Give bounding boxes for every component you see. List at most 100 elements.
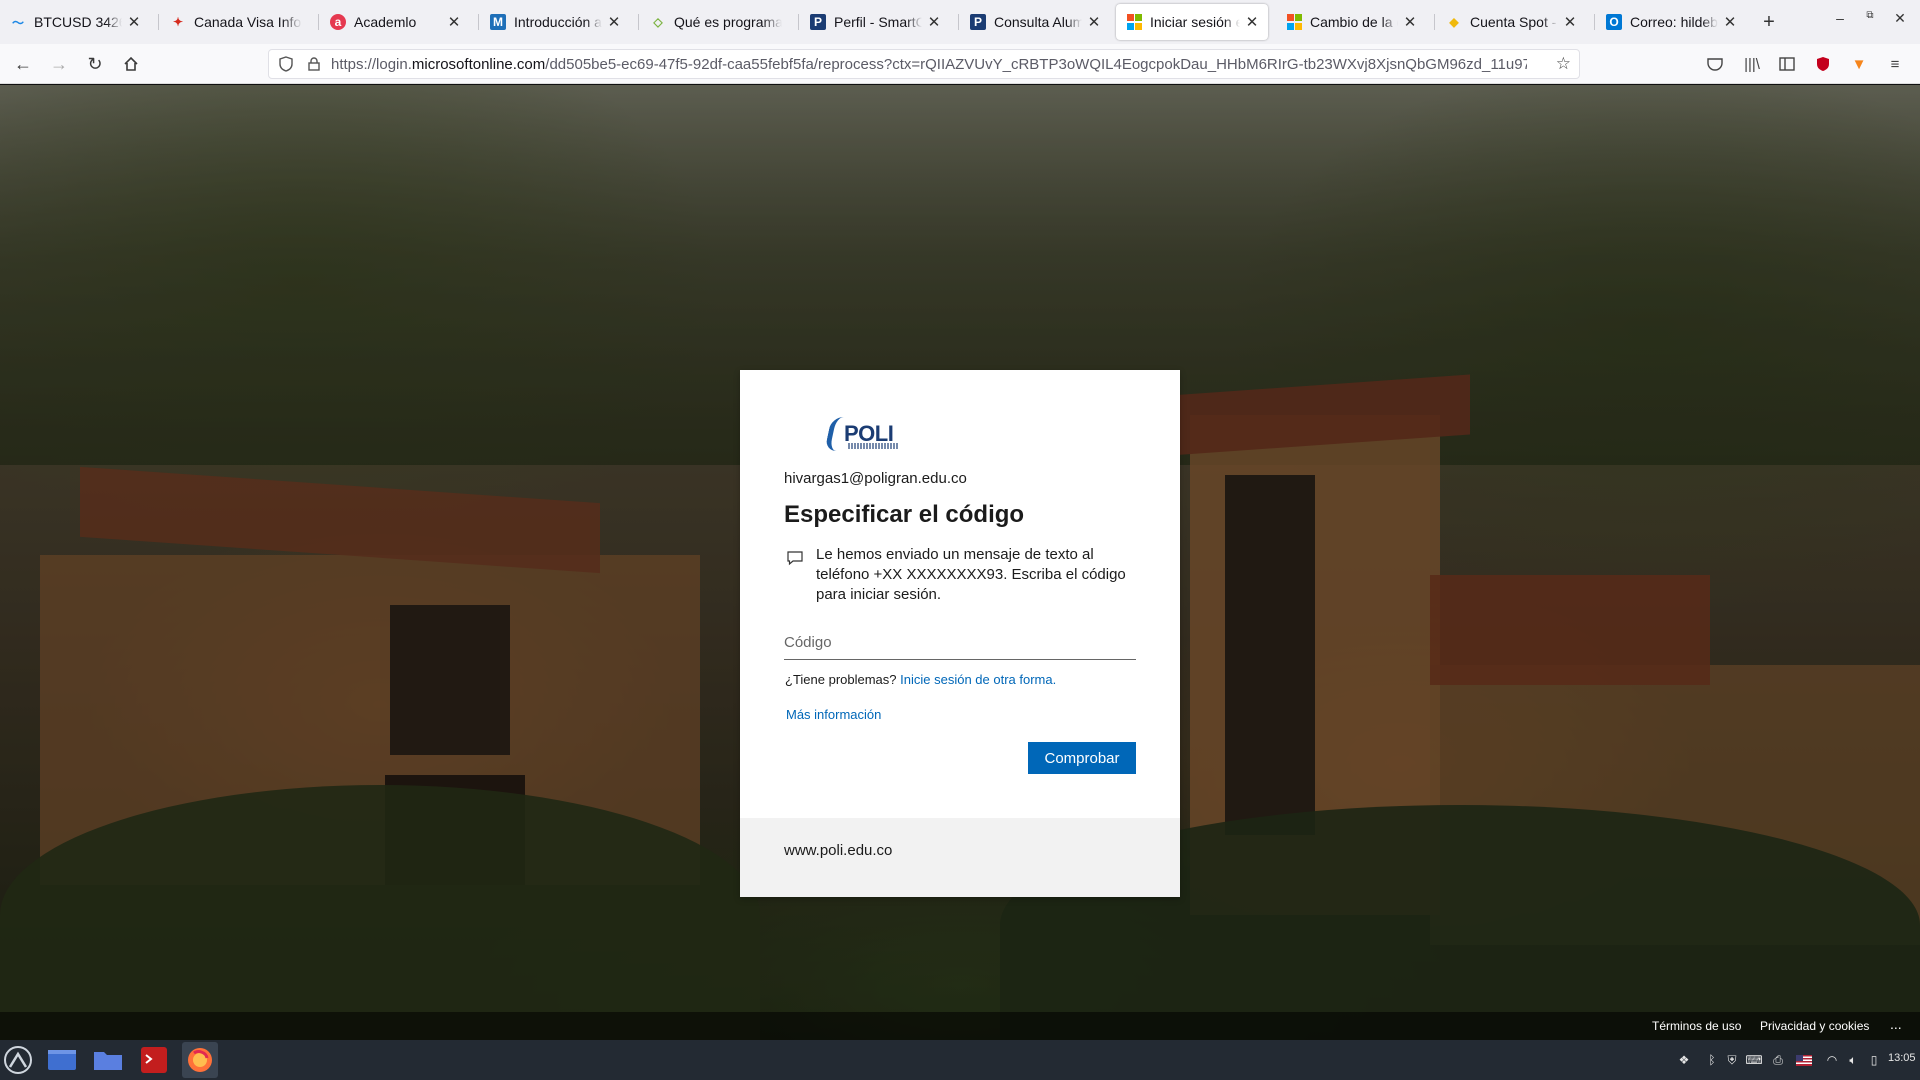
sidebar-icon[interactable] — [1776, 53, 1798, 75]
sms-instructions: Le hemos enviado un mensaje de texto al … — [816, 546, 1126, 603]
trouble-text: ¿Tiene problemas? Inicie sesión de otra … — [785, 672, 1056, 687]
academlo-icon: a — [330, 14, 346, 30]
tab-separator — [958, 14, 959, 30]
us-flag-icon[interactable] — [1796, 1052, 1812, 1068]
close-tab-icon[interactable]: ✕ — [446, 13, 462, 31]
window-manager-icon[interactable] — [46, 1044, 78, 1076]
url-text[interactable]: https://login.microsoftonline.com/dd505b… — [331, 56, 1527, 73]
new-tab-button[interactable]: + — [1755, 8, 1783, 36]
tab-btcusd[interactable]: 〜 BTCUSD 34261.0 ✕ — [0, 4, 150, 40]
pocket-icon[interactable] — [1704, 53, 1726, 75]
tab-label: Canada Visa Info — [194, 14, 302, 30]
bluetooth-icon[interactable]: ᛒ — [1704, 1052, 1720, 1068]
bookmark-star-icon[interactable]: ☆ — [1556, 54, 1571, 74]
close-tab-icon[interactable]: ✕ — [926, 13, 942, 31]
battery-icon[interactable]: ▯ — [1866, 1052, 1882, 1068]
menu-icon[interactable]: ≡ — [1884, 53, 1906, 75]
wifi-icon[interactable]: ◠ — [1824, 1052, 1840, 1068]
security-shield-icon[interactable]: ⛨ — [1724, 1052, 1740, 1068]
poli-icon: P — [810, 14, 826, 30]
close-tab-icon[interactable]: ✕ — [1562, 13, 1578, 31]
login-card: POLI hivargas1@poligran.edu.co Especific… — [740, 370, 1180, 897]
close-tab-icon[interactable]: ✕ — [606, 13, 622, 31]
tab-label: Iniciar sesión en l — [1150, 14, 1240, 30]
tab-cambio-contrasena[interactable]: Cambio de la con ✕ — [1276, 4, 1426, 40]
home-icon[interactable] — [118, 52, 144, 76]
navigation-bar: ← → ↻ https://login.microsoftonline.com/… — [0, 44, 1920, 84]
terminal-icon[interactable] — [138, 1044, 170, 1076]
tab-separator — [478, 14, 479, 30]
tab-label: Introducción a Ja — [514, 14, 602, 30]
poli-logo-subtext — [848, 443, 898, 449]
more-options-button[interactable]: ... — [1890, 1016, 1902, 1032]
tab-correo[interactable]: O Correo: hildebran ✕ — [1596, 4, 1746, 40]
tab-que-es-programar[interactable]: ◇ Qué es programa — [640, 4, 790, 40]
tab-separator — [638, 14, 639, 30]
trouble-question: ¿Tiene problemas? — [785, 672, 897, 687]
verification-code-input[interactable] — [784, 625, 1136, 660]
crypto-chart-icon: 〜 — [11, 15, 24, 30]
firefox-icon[interactable] — [182, 1042, 218, 1078]
printer-icon[interactable]: ⎙ — [1770, 1052, 1786, 1068]
tab-label: Cambio de la con — [1310, 14, 1398, 30]
diamond-icon: ◇ — [653, 15, 663, 29]
close-tab-icon[interactable]: ✕ — [1244, 13, 1260, 31]
sms-message-icon — [787, 551, 803, 566]
tab-separator — [798, 14, 799, 30]
sign-in-other-way-link[interactable]: Inicie sesión de otra forma. — [900, 672, 1056, 687]
tab-label: Qué es programa — [674, 14, 782, 30]
taskbar: ❖ ᛒ ⛨ ⌨ ⎙ ◠ 🔈︎ ▯ 13:05 — [0, 1040, 1920, 1080]
lock-icon[interactable] — [303, 53, 325, 75]
close-tab-icon[interactable]: ✕ — [1722, 13, 1738, 31]
close-tab-icon[interactable]: ✕ — [1402, 13, 1418, 31]
ublock-icon[interactable] — [1812, 53, 1834, 75]
close-tab-icon[interactable]: ✕ — [1086, 13, 1102, 31]
url-prefix: https://login. — [331, 55, 412, 73]
outlook-icon: O — [1606, 14, 1622, 30]
tab-canada-visa[interactable]: ✦ Canada Visa Info — [160, 4, 310, 40]
microsoft-icon — [1126, 14, 1142, 30]
tracking-shield-icon[interactable] — [275, 53, 297, 75]
forward-icon[interactable]: → — [46, 52, 72, 76]
tab-label: Cuenta Spot - Bil — [1470, 14, 1558, 30]
tab-separator — [1434, 14, 1435, 30]
privacy-cookies-link[interactable]: Privacidad y cookies — [1760, 1019, 1869, 1033]
tab-iniciar-sesion[interactable]: Iniciar sesión en l ✕ — [1116, 4, 1268, 40]
login-page: POLI hivargas1@poligran.edu.co Especific… — [0, 85, 1920, 1040]
card-footer: www.poli.edu.co — [740, 818, 1180, 897]
poli-logo-mark — [824, 417, 846, 451]
dropbox-icon[interactable]: ❖ — [1676, 1052, 1692, 1068]
minimize-icon[interactable]: – — [1830, 10, 1850, 26]
tab-perfil-smartcam[interactable]: P Perfil - SmartCam ✕ — [800, 4, 950, 40]
tab-label: Perfil - SmartCam — [834, 14, 922, 30]
back-icon[interactable]: ← — [10, 52, 36, 76]
reload-icon[interactable]: ↻ — [82, 52, 108, 76]
maple-leaf-icon: ✦ — [172, 15, 184, 29]
tab-consulta-alumno[interactable]: P Consulta Alumno ✕ — [960, 4, 1110, 40]
tab-label: Consulta Alumno — [994, 14, 1082, 30]
tab-cuenta-spot[interactable]: ◆ Cuenta Spot - Bil ✕ — [1436, 4, 1586, 40]
close-tab-icon[interactable]: ✕ — [126, 13, 142, 31]
terms-of-use-link[interactable]: Términos de uso — [1652, 1019, 1741, 1033]
more-info-link[interactable]: Más información — [786, 707, 881, 722]
keyboard-icon[interactable]: ⌨ — [1745, 1052, 1762, 1068]
url-bar[interactable]: https://login.microsoftonline.com/dd505b… — [268, 49, 1580, 79]
start-menu-icon[interactable] — [2, 1044, 34, 1076]
verify-button[interactable]: Comprobar — [1028, 742, 1136, 774]
account-email: hivargas1@poligran.edu.co — [784, 470, 967, 487]
poli-logo-text: POLI — [844, 421, 894, 446]
tab-academlo[interactable]: a Academlo ✕ — [320, 4, 470, 40]
tab-introduccion[interactable]: M Introducción a Ja ✕ — [480, 4, 630, 40]
library-icon[interactable]: |||\ — [1741, 53, 1763, 75]
close-window-icon[interactable]: ✕ — [1890, 10, 1910, 27]
file-manager-icon[interactable] — [92, 1044, 124, 1076]
metamask-icon[interactable]: ▼ — [1848, 53, 1870, 75]
page-footer: Términos de uso Privacidad y cookies ... — [0, 1012, 1920, 1040]
tab-separator — [158, 14, 159, 30]
url-path: /dd505be5-ec69-47f5-92df-caa55febf5fa/re… — [545, 55, 1527, 73]
tab-label: Academlo — [354, 14, 417, 30]
page-title: Especificar el código — [784, 501, 1025, 528]
footer-website: www.poli.edu.co — [784, 842, 893, 859]
volume-icon[interactable]: 🔈︎ — [1845, 1052, 1861, 1068]
restore-icon[interactable]: ⧉ — [1860, 10, 1880, 21]
